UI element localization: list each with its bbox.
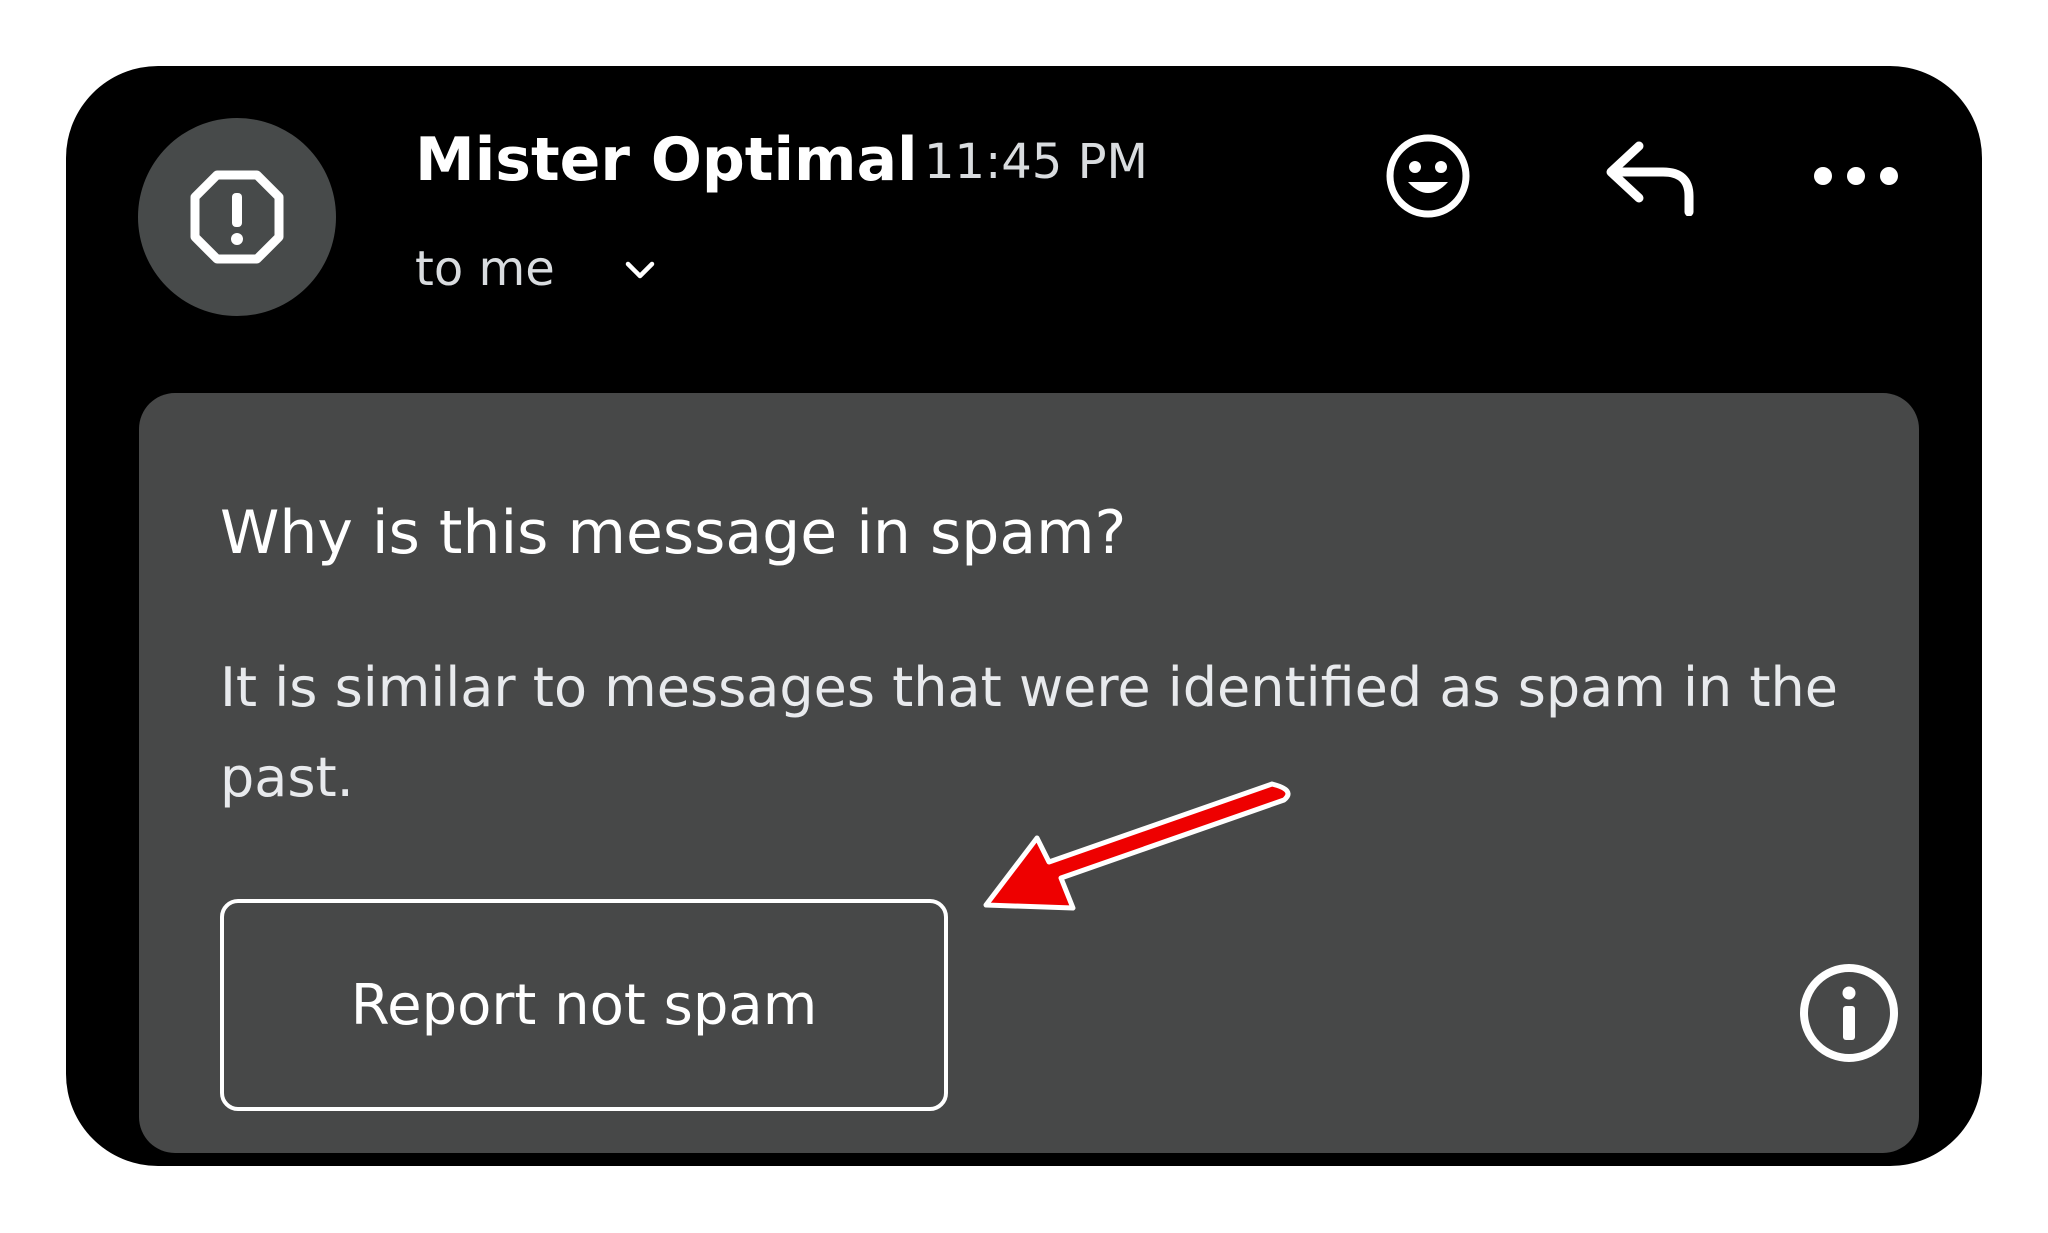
sender-name[interactable]: Mister Optimal <box>415 118 918 202</box>
spam-panel-title: Why is this message in spam? <box>220 498 1127 568</box>
chevron-down-icon[interactable] <box>616 246 664 294</box>
email-message-card: Mister Optimal 11:45 PM to me Why is thi… <box>66 66 1982 1166</box>
spam-info-button[interactable] <box>1794 958 1904 1068</box>
more-options-button[interactable] <box>1806 136 1906 216</box>
add-reaction-button[interactable] <box>1378 126 1478 226</box>
spam-panel-body: It is similar to messages that were iden… <box>220 656 1838 809</box>
info-icon <box>1800 964 1898 1062</box>
reply-button[interactable] <box>1596 126 1706 226</box>
recipient-label[interactable]: to me <box>415 234 555 304</box>
more-options-icon <box>1814 167 1898 185</box>
sender-avatar[interactable] <box>138 118 336 316</box>
add-reaction-smiley-icon <box>1386 134 1470 218</box>
reply-icon <box>1606 141 1694 216</box>
report-not-spam-button[interactable]: Report not spam <box>220 899 948 1111</box>
message-timestamp: 11:45 PM <box>924 134 1148 190</box>
warning-octagon-icon <box>190 170 284 264</box>
spam-explanation-panel: Why is this message in spam? It is simil… <box>139 393 1919 1153</box>
